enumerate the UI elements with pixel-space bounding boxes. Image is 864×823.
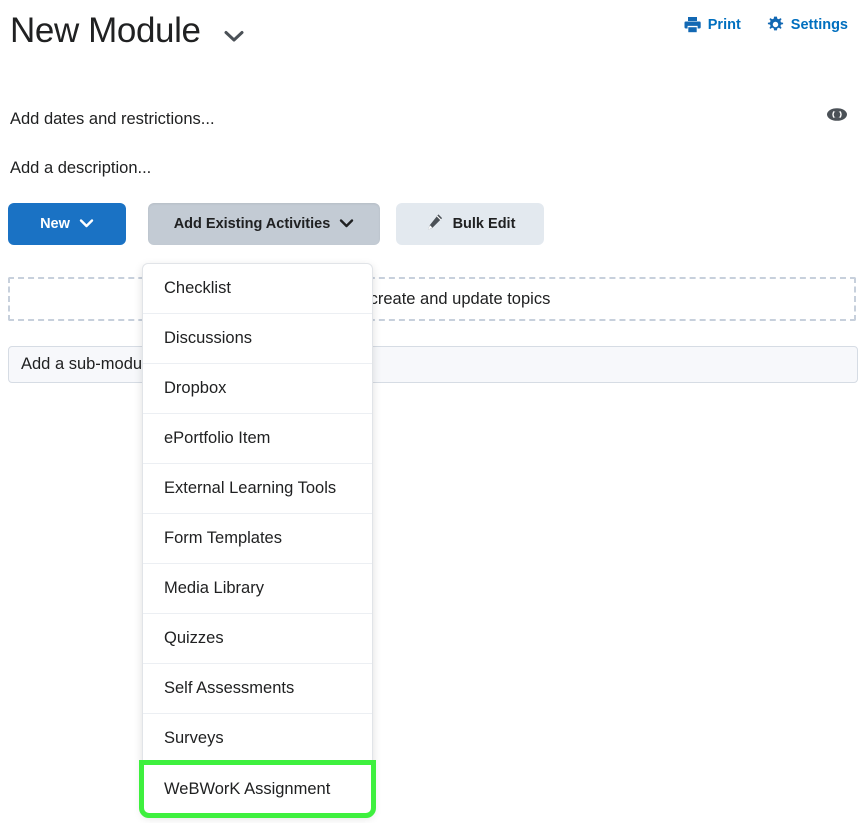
menu-item-checklist[interactable]: Checklist (143, 264, 372, 314)
menu-item-label: Surveys (164, 729, 224, 747)
new-label: New (40, 216, 70, 232)
menu-item-label: Checklist (164, 279, 231, 297)
menu-item-label: Quizzes (164, 629, 224, 647)
menu-item-label: Form Templates (164, 529, 282, 547)
gear-icon (767, 16, 784, 33)
chevron-down-icon (339, 216, 354, 232)
menu-item-dropbox[interactable]: Dropbox (143, 364, 372, 414)
menu-item-label: External Learning Tools (164, 479, 337, 497)
menu-item-discussions[interactable]: Discussions (143, 314, 372, 364)
add-description-link[interactable]: Add a description... (10, 153, 830, 183)
add-existing-activities-menu: Checklist Discussions Dropbox ePortfolio It… (139, 263, 376, 818)
print-label: Print (707, 16, 741, 33)
add-sub-module-input[interactable] (8, 346, 858, 383)
menu-item-quizzes[interactable]: Quizzes (143, 614, 372, 664)
settings-label: Settings (790, 16, 848, 33)
file-drop-zone[interactable]: here to create and update topics (8, 277, 856, 321)
printer-icon (684, 16, 701, 33)
menu-item-label: Discussions (164, 329, 253, 347)
add-existing-activities-label: Add Existing Activities (173, 216, 331, 232)
bulk-edit-label: Bulk Edit (452, 216, 516, 232)
pencil-icon (425, 213, 444, 236)
menu-item-self-assessments[interactable]: Self Assessments (143, 664, 372, 714)
chevron-down-icon[interactable] (223, 29, 245, 43)
menu-item-form-templates[interactable]: Form Templates (143, 514, 372, 564)
menu-item-label: Self Assessments (164, 679, 295, 697)
page-title: New Module (10, 11, 201, 50)
page-title-group: New Module (10, 8, 245, 54)
add-dates-and-restrictions-link[interactable]: Add dates and restrictions... (10, 104, 830, 134)
menu-item-eportfolio-item[interactable]: ePortfolio Item (143, 414, 372, 464)
new-button[interactable]: New (8, 203, 126, 245)
menu-item-label: Dropbox (164, 379, 227, 397)
print-button[interactable]: Print (684, 16, 741, 33)
menu-item-external-learning-tools[interactable]: External Learning Tools (143, 464, 372, 514)
add-existing-activities-button[interactable]: Add Existing Activities (148, 203, 380, 245)
bulk-edit-button[interactable]: Bulk Edit (396, 203, 544, 245)
menu-item-surveys[interactable]: Surveys (143, 714, 372, 764)
settings-button[interactable]: Settings (767, 16, 848, 33)
module-toolbar: New Add Existing Activities Bulk Edit (8, 203, 544, 245)
menu-item-label: WeBWorK Assignment (164, 779, 331, 798)
menu-item-webwork-assignment[interactable]: WeBWorK Assignment (139, 760, 376, 818)
module-meta: Add dates and restrictions... Add a desc… (10, 104, 830, 202)
eye-icon[interactable] (826, 107, 848, 127)
page-header: New Module Print Settings (0, 0, 864, 70)
menu-item-media-library[interactable]: Media Library (143, 564, 372, 614)
menu-item-label: ePortfolio Item (164, 429, 271, 447)
header-actions: Print Settings (684, 16, 848, 33)
menu-item-label: Media Library (164, 579, 264, 597)
chevron-down-icon (79, 216, 94, 232)
